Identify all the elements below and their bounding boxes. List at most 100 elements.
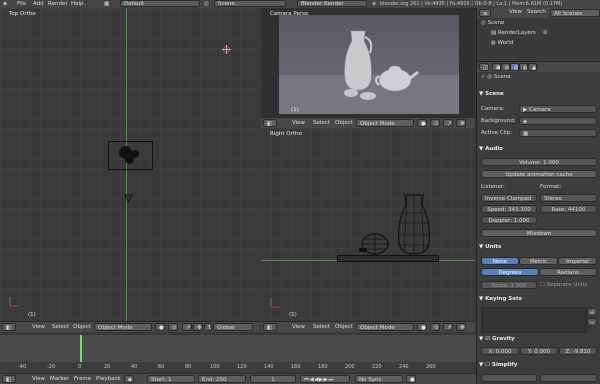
scene-section-header[interactable]: ▼ Scene [479, 90, 599, 99]
translate-icon[interactable]: ✥ [193, 323, 203, 331]
pivot-icon[interactable]: ⊙ [168, 323, 178, 331]
unit-none-option[interactable]: None [481, 257, 519, 265]
select-menu[interactable]: Select [52, 322, 69, 332]
start-frame-field[interactable]: Start: 1 [147, 375, 195, 383]
view-menu[interactable]: View [32, 374, 45, 384]
timeline-editor[interactable]: -40 -20 0 20 40 60 80 100 120 140 160 18… [0, 335, 476, 373]
sync-selector[interactable]: No Sync [355, 375, 403, 383]
pivot-icon[interactable]: ⊙ [430, 119, 440, 127]
select-menu[interactable]: Select [313, 322, 330, 332]
current-frame-field[interactable]: 1 [250, 375, 296, 383]
keying-sets-list[interactable] [481, 307, 587, 333]
unit-metric-option[interactable]: Metric [519, 257, 558, 265]
shading-icon[interactable]: ● [155, 323, 165, 331]
scene-tab-icon[interactable]: ◎ [510, 63, 519, 71]
format-selector[interactable]: Stereo [540, 194, 597, 202]
viewport-camera-persp[interactable]: Camera Persp (1) [261, 8, 475, 117]
mode-selector[interactable]: Object Mode [94, 323, 152, 331]
menu-render[interactable]: Render [48, 0, 68, 8]
gravity-x-field[interactable]: X: 0.000 [481, 347, 519, 355]
orientation-selector[interactable]: Global [213, 323, 253, 331]
keyframe-icon[interactable]: ▪ [124, 375, 134, 383]
editor-type-icon[interactable]: ◧ [2, 323, 16, 331]
unit-scale-field[interactable]: Scale: 1.000 [481, 281, 537, 289]
frame-menu[interactable]: Frame [74, 374, 91, 384]
volume-slider[interactable]: Volume: 1.000 [481, 158, 597, 166]
editor-type-icon[interactable]: ≡ [479, 9, 491, 17]
object-tab-icon[interactable]: ▲ [528, 63, 537, 71]
pivot-icon[interactable]: ⊙ [430, 323, 440, 331]
teapot-wireframe[interactable] [359, 228, 393, 255]
cup-object-2[interactable] [359, 92, 377, 101]
unit-imperial-option[interactable]: Imperial [558, 257, 597, 265]
view-menu[interactable]: View [292, 118, 305, 128]
blender-logo-icon[interactable]: ◈ [3, 0, 7, 8]
simplify-shadow-field[interactable] [540, 374, 597, 382]
gravity-section-header[interactable]: ▼ ☑ Gravity [479, 335, 599, 344]
scene-selector[interactable]: Scene [214, 0, 286, 7]
layers-tab-icon[interactable]: ▤ [501, 63, 510, 71]
object-menu[interactable]: Object [335, 118, 353, 128]
3d-cursor[interactable] [222, 45, 231, 54]
scene-icon[interactable]: ◎ [204, 0, 209, 8]
shading-icon[interactable]: ● [417, 323, 427, 331]
gravity-checkbox[interactable]: ☑ [485, 336, 490, 342]
mixdown-button[interactable]: Mixdown [481, 229, 597, 237]
select-menu[interactable]: Select [313, 118, 330, 128]
render-tab-icon[interactable]: ▣ [492, 63, 501, 71]
manipulator-icon[interactable]: ↗ [443, 119, 453, 127]
search-menu[interactable]: Search [527, 9, 546, 15]
teapot-object[interactable] [373, 62, 419, 94]
layout-selector[interactable]: Default [120, 0, 200, 7]
viewport-right-ortho[interactable]: Right Ortho (1) [261, 128, 475, 321]
mode-selector[interactable]: Object Mode [356, 119, 414, 127]
outliner-item[interactable]: ◎ Scene [481, 20, 504, 26]
camera-toggle-icon[interactable]: ⊚ [543, 30, 548, 36]
playback-menu[interactable]: Playback [96, 374, 121, 384]
camera-icon[interactable] [124, 194, 133, 204]
rate-field[interactable]: Rate: 44100 [540, 205, 597, 213]
object-menu[interactable]: Object [73, 322, 91, 332]
doppler-field[interactable]: Doppler: 1.000 [481, 216, 537, 224]
simplify-checkbox[interactable]: ☐ [485, 362, 490, 368]
remove-keying-set-button[interactable]: − [587, 318, 597, 326]
render-engine-selector[interactable]: Blender Render [297, 0, 367, 7]
menu-help[interactable]: Help [71, 0, 84, 8]
ground-plane-object[interactable] [337, 255, 439, 262]
editor-type-icon[interactable]: ◧ [263, 119, 277, 127]
add-keying-set-button[interactable]: + [587, 308, 597, 316]
menu-add[interactable]: Add [33, 0, 44, 8]
listener-selector[interactable]: Inverse Clamped [481, 194, 537, 202]
gravity-y-field[interactable]: Y: 0.000 [520, 347, 558, 355]
view-menu[interactable]: View [32, 322, 45, 332]
rotation-degrees-option[interactable]: Degrees [481, 268, 539, 276]
object-menu[interactable]: Object [335, 322, 353, 332]
outliner-item[interactable]: ◍ World [491, 40, 513, 46]
translate-icon[interactable]: ✥ [456, 119, 466, 127]
screen-layout-icon[interactable]: ▦ [104, 0, 109, 8]
units-section-header[interactable]: ▼ Units [479, 243, 599, 252]
camera-field[interactable]: ▶ Camera [519, 105, 597, 113]
simplify-subdivision-field[interactable] [481, 374, 537, 382]
current-frame-marker[interactable] [80, 335, 82, 363]
editor-type-icon[interactable]: ◧ [263, 323, 277, 331]
audio-section-header[interactable]: ▼ Audio [479, 145, 599, 154]
view-menu[interactable]: View [509, 9, 522, 15]
translate-icon[interactable]: ✥ [456, 323, 466, 331]
view-menu[interactable]: View [292, 322, 305, 332]
jug-object[interactable] [343, 27, 375, 92]
outliner-filter-selector[interactable]: All Scenes [550, 9, 600, 17]
gravity-z-field[interactable]: Z: -9.810 [559, 347, 597, 355]
update-animation-cache-button[interactable]: Update animation cache [481, 170, 597, 178]
editor-type-icon[interactable]: ◧ [2, 375, 16, 383]
simplify-section-header[interactable]: ▼ ☐ Simplify [479, 361, 599, 370]
mode-selector[interactable]: Object Mode [356, 323, 414, 331]
keying-sets-section-header[interactable]: ▼ Keying Sets [479, 295, 599, 304]
jug-wireframe[interactable] [396, 193, 432, 255]
outliner-item[interactable]: ▤ RenderLayers [491, 30, 536, 36]
shading-icon[interactable]: ● [417, 119, 427, 127]
end-frame-field[interactable]: End: 250 [198, 375, 246, 383]
manipulator-icon[interactable]: ↗ [443, 323, 453, 331]
active-clip-field[interactable]: ▦ [519, 129, 597, 137]
record-icon[interactable]: ● [406, 375, 416, 383]
